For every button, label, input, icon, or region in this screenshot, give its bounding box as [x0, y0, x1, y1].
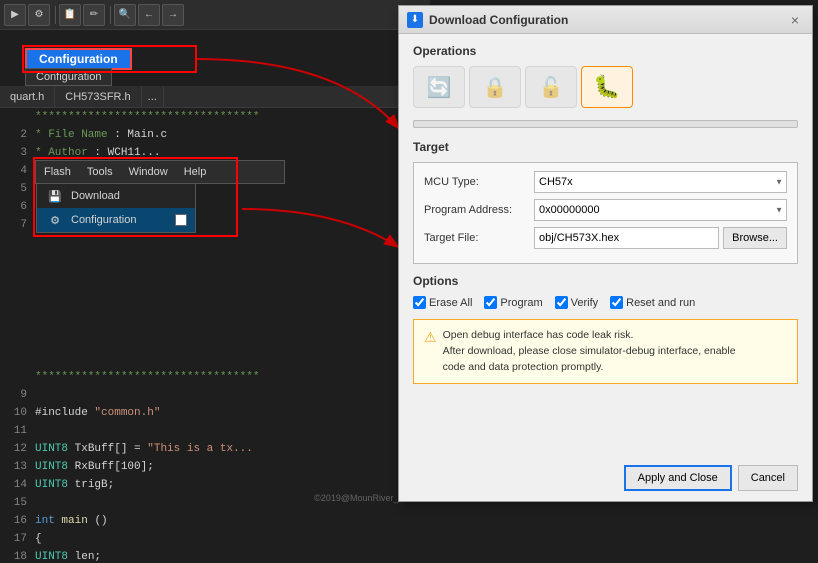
target-label: Target: [413, 140, 798, 154]
tab-ch573sfr[interactable]: CH573SFR.h: [55, 86, 141, 107]
toolbar-btn-3[interactable]: 📋: [59, 4, 81, 26]
checkbox-erase-all-input[interactable]: [413, 296, 426, 309]
ide-tabs: quart.h CH573SFR.h ...: [0, 86, 430, 108]
options-label: Options: [413, 274, 798, 288]
options-section: Erase All Program Verify Reset and run: [413, 296, 798, 309]
download-icon: 💾: [45, 186, 65, 206]
config-indicator: [175, 214, 187, 226]
program-address-row: Program Address: 0x00000000 ▼: [424, 199, 787, 221]
ide-panel: ▶ ⚙ 📋 ✏ 🔍 ← → Configuration Configuratio…: [0, 0, 430, 507]
help-menu[interactable]: Help: [176, 164, 215, 180]
dialog-title-icon: ⬇: [407, 12, 423, 28]
flash-dropdown: 💾 Download ⚙ Configuration: [36, 183, 196, 233]
configuration-menu-item[interactable]: ⚙ Configuration: [37, 208, 195, 232]
download-config-dialog: ⬇ Download Configuration × Operations 🔄 …: [398, 5, 813, 502]
warning-text: Open debug interface has code leak risk.…: [443, 328, 736, 375]
checkbox-erase-all[interactable]: Erase All: [413, 296, 472, 309]
warning-box: ⚠ Open debug interface has code leak ris…: [413, 319, 798, 384]
config-tab-highlight[interactable]: Configuration: [25, 48, 132, 70]
op-icon-debug[interactable]: 🐛: [581, 66, 633, 108]
cancel-button[interactable]: Cancel: [738, 465, 798, 491]
tab-quart[interactable]: quart.h: [0, 86, 55, 107]
tab-dots[interactable]: ...: [142, 86, 164, 107]
options-row: Erase All Program Verify Reset and run: [413, 296, 798, 309]
toolbar-btn-1[interactable]: ▶: [4, 4, 26, 26]
download-menu-item[interactable]: 💾 Download: [37, 184, 195, 208]
toolbar-btn-6[interactable]: ←: [138, 4, 160, 26]
checkbox-verify-input[interactable]: [555, 296, 568, 309]
dialog-footer: Apply and Close Cancel: [624, 465, 798, 491]
checkbox-verify[interactable]: Verify: [555, 296, 599, 309]
program-address-select-wrapper[interactable]: 0x00000000 ▼: [534, 199, 787, 221]
toolbar-sep-2: [110, 6, 111, 24]
dialog-titlebar: ⬇ Download Configuration ×: [399, 6, 812, 34]
flash-menu[interactable]: Flash: [36, 164, 79, 180]
configuration-icon: ⚙: [45, 210, 65, 230]
mcu-type-row: MCU Type: CH57x ▼: [424, 171, 787, 193]
menubar-row: Flash Tools Window Help: [36, 161, 284, 183]
operations-label: Operations: [413, 44, 798, 58]
checkbox-program[interactable]: Program: [484, 296, 542, 309]
toolbar-btn-5[interactable]: 🔍: [114, 4, 136, 26]
toolbar-btn-4[interactable]: ✏: [83, 4, 105, 26]
toolbar-btn-2[interactable]: ⚙: [28, 4, 50, 26]
mcu-type-select-wrapper[interactable]: CH57x ▼: [534, 171, 787, 193]
toolbar-sep-1: [55, 6, 56, 24]
flash-menubar[interactable]: Flash Tools Window Help 💾 Download ⚙ Con…: [35, 160, 285, 184]
progress-bar: [413, 120, 798, 128]
target-file-row: Target File: Browse...: [424, 227, 787, 249]
checkbox-reset-run[interactable]: Reset and run: [610, 296, 695, 309]
browse-button[interactable]: Browse...: [723, 227, 787, 249]
toolbar-btn-7[interactable]: →: [162, 4, 184, 26]
tools-menu[interactable]: Tools: [79, 164, 121, 180]
target-file-label: Target File:: [424, 232, 534, 244]
op-icon-refresh[interactable]: 🔄: [413, 66, 465, 108]
config-tooltip: Configuration: [25, 68, 112, 86]
window-menu[interactable]: Window: [121, 164, 176, 180]
warning-icon: ⚠: [424, 329, 437, 375]
operations-row: 🔄 🔒 🔓 🐛: [413, 66, 798, 108]
checkbox-reset-run-input[interactable]: [610, 296, 623, 309]
program-address-label: Program Address:: [424, 204, 534, 216]
checkbox-program-input[interactable]: [484, 296, 497, 309]
op-icon-lock[interactable]: 🔒: [469, 66, 521, 108]
target-section: MCU Type: CH57x ▼ Program Address: 0x000…: [413, 162, 798, 264]
dialog-close-button[interactable]: ×: [786, 11, 804, 29]
mcu-type-select[interactable]: CH57x: [534, 171, 787, 193]
ide-toolbar: ▶ ⚙ 📋 ✏ 🔍 ← →: [0, 0, 430, 30]
target-file-input[interactable]: [534, 227, 719, 249]
dialog-title-text: Download Configuration: [429, 13, 786, 27]
dialog-body: Operations 🔄 🔒 🔓 🐛 Target MCU Type: CH57…: [399, 34, 812, 406]
mcu-type-label: MCU Type:: [424, 176, 534, 188]
apply-close-button[interactable]: Apply and Close: [624, 465, 732, 491]
op-icon-unlock[interactable]: 🔓: [525, 66, 577, 108]
program-address-select[interactable]: 0x00000000: [534, 199, 787, 221]
